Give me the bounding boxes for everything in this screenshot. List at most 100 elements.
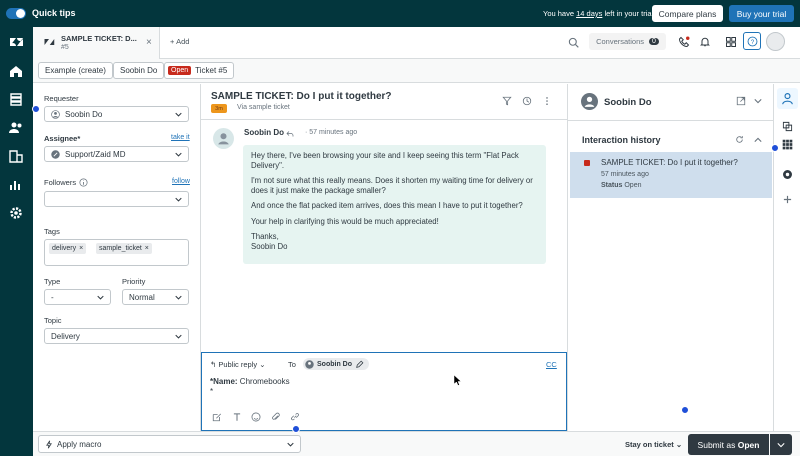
emoji-icon[interactable] — [251, 412, 261, 422]
notifications-bell-icon[interactable] — [699, 36, 711, 48]
to-label: To — [288, 360, 296, 369]
attachment-icon[interactable] — [271, 412, 281, 422]
cc-link[interactable]: CC — [546, 360, 557, 369]
conversations-count: 0 — [649, 38, 659, 45]
assignee-label: Assignee* — [44, 134, 81, 143]
more-options-icon[interactable] — [542, 96, 552, 106]
close-tab-icon[interactable]: × — [146, 37, 152, 48]
phone-icon[interactable] — [678, 36, 690, 48]
reply-mode-select[interactable]: ↰ Public reply ⌄ — [210, 360, 266, 369]
user-icon — [782, 93, 793, 105]
add-tab-button[interactable]: + Add — [170, 37, 189, 46]
person-icon — [305, 359, 314, 369]
tags-label: Tags — [44, 227, 60, 236]
tags-input[interactable]: delivery × sample_ticket × — [44, 239, 189, 266]
requester-select[interactable]: Soobin Do — [44, 106, 189, 122]
edit-pencil-icon[interactable] — [355, 360, 364, 369]
ticket-subject[interactable]: SAMPLE TICKET: Do I put it together? — [211, 91, 392, 102]
compose-icon[interactable] — [212, 412, 222, 422]
customers-icon[interactable] — [8, 120, 24, 136]
followers-select[interactable] — [44, 191, 189, 207]
filter-icon[interactable] — [502, 96, 512, 106]
assignee-select[interactable]: Support/Zaid MD — [44, 146, 189, 162]
breadcrumb-organization[interactable]: Example (create) — [38, 62, 113, 79]
chevron-down-icon — [175, 197, 182, 202]
buy-trial-button[interactable]: Buy your trial — [729, 5, 794, 22]
recipient-pill[interactable]: Soobin Do — [303, 358, 369, 370]
chevron-down-icon[interactable] — [754, 97, 762, 105]
product-tray-icon[interactable] — [725, 36, 737, 48]
apply-macro-select[interactable]: Apply macro — [38, 435, 301, 453]
tab-title: SAMPLE TICKET: D... — [61, 34, 137, 43]
requester-name[interactable]: Soobin Do — [604, 97, 652, 108]
submit-button[interactable]: Submit as Open — [688, 434, 769, 455]
link-icon[interactable] — [290, 412, 300, 422]
topic-select[interactable]: Delivery — [44, 328, 189, 344]
hotspot-dot[interactable] — [292, 425, 300, 433]
customer-context-tab[interactable] — [777, 88, 798, 109]
user-avatar[interactable] — [766, 32, 785, 51]
remove-tag-icon[interactable]: × — [79, 245, 83, 252]
knowledge-icon[interactable] — [782, 121, 793, 132]
apps-grid-icon[interactable] — [782, 139, 793, 150]
organizations-icon[interactable] — [8, 148, 24, 164]
text-format-icon[interactable] — [232, 412, 242, 422]
chevron-up-icon[interactable] — [754, 136, 762, 144]
trial-message: You have 14 days left in your trial — [543, 9, 654, 18]
hotspot-dot[interactable] — [771, 144, 779, 152]
type-select[interactable]: - — [44, 289, 111, 305]
reporting-icon[interactable] — [8, 177, 24, 193]
tag-sample-ticket[interactable]: sample_ticket × — [96, 243, 152, 254]
svg-text:?: ? — [750, 38, 754, 45]
priority-select[interactable]: Normal — [122, 289, 189, 305]
history-item-time: 57 minutes ago — [601, 171, 649, 178]
interaction-history-item[interactable]: SAMPLE TICKET: Do I put it together? 57 … — [570, 152, 772, 198]
info-icon[interactable] — [79, 178, 88, 187]
compare-plans-button[interactable]: Compare plans — [652, 5, 723, 22]
reply-arrow-icon — [286, 131, 294, 137]
submit-options-button[interactable] — [770, 434, 792, 455]
follow-link[interactable]: follow — [172, 178, 190, 185]
message-paragraph: Thanks, Soobin Do — [251, 232, 288, 251]
refresh-icon[interactable] — [735, 135, 744, 144]
chevron-down-icon — [175, 334, 182, 339]
hotspot-dot[interactable] — [32, 105, 40, 113]
requester-avatar — [581, 93, 598, 110]
search-icon[interactable] — [568, 37, 579, 48]
home-icon[interactable] — [8, 63, 24, 79]
breadcrumb-user[interactable]: Soobin Do — [113, 62, 165, 79]
quick-tips-toggle[interactable] — [6, 8, 26, 19]
ticket-tab[interactable]: SAMPLE TICKET: D... #5 × — [33, 27, 160, 59]
remove-tag-icon[interactable]: × — [145, 245, 149, 252]
type-label: Type — [44, 277, 61, 286]
history-item-status: Status Open — [601, 182, 642, 189]
message-paragraph: And once the flat packed item arrives, d… — [251, 201, 523, 210]
lightning-icon — [46, 440, 52, 449]
ticket-properties-panel: Requester Soobin Do Assignee* take it Su… — [33, 84, 201, 431]
integration-app-icon[interactable] — [782, 169, 793, 180]
open-profile-icon[interactable] — [736, 96, 746, 106]
conversations-button[interactable]: Conversations 0 — [589, 33, 666, 50]
breadcrumb-ticket[interactable]: Open Ticket #5 — [164, 62, 235, 79]
hotspot-dot[interactable] — [681, 406, 689, 414]
admin-gear-icon[interactable] — [8, 205, 24, 221]
tab-bar: SAMPLE TICKET: D... #5 × + Add Conversat… — [33, 27, 800, 59]
message-author[interactable]: Soobin Do — [244, 128, 284, 137]
trial-days[interactable]: 14 days — [576, 9, 602, 18]
requester-label: Requester — [44, 94, 79, 103]
reply-textarea[interactable]: *Name: Chromebooks * — [210, 377, 290, 398]
zendesk-logo-icon[interactable] — [8, 34, 24, 50]
chevron-down-icon — [97, 295, 104, 300]
person-icon — [584, 96, 595, 107]
reply-composer[interactable]: ↰ Public reply ⌄ To Soobin Do CC *Name: … — [201, 352, 567, 431]
help-icon: ? — [747, 36, 757, 46]
take-it-link[interactable]: take it — [171, 134, 190, 141]
stay-on-ticket-select[interactable]: Stay on ticket ⌄ — [625, 440, 682, 449]
history-icon[interactable] — [522, 96, 532, 106]
views-icon[interactable] — [8, 91, 24, 107]
add-app-icon[interactable] — [783, 195, 792, 204]
status-badge: Open — [168, 66, 192, 75]
help-button[interactable]: ? — [743, 32, 761, 50]
quick-tips-label: Quick tips — [32, 8, 76, 18]
tag-delivery[interactable]: delivery × — [49, 243, 87, 254]
